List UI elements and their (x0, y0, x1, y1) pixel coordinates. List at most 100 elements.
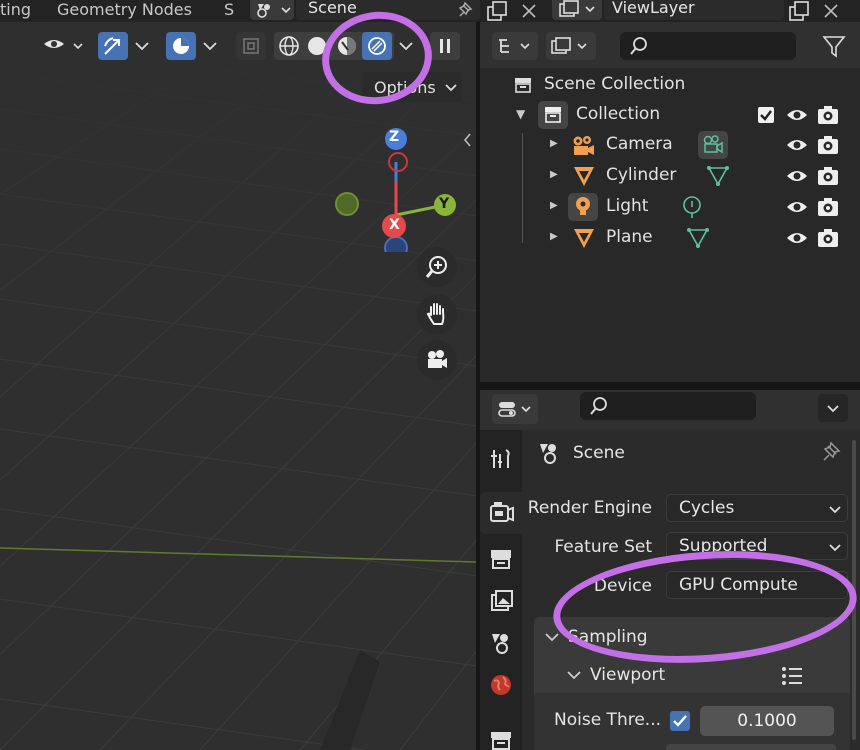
overlays-dropdown[interactable] (200, 36, 220, 60)
pause-render-button[interactable] (430, 32, 460, 60)
delete-view-layer-button[interactable] (818, 0, 844, 22)
render-camera-icon[interactable] (816, 196, 840, 218)
light-data-icon[interactable] (680, 195, 704, 219)
tab-output[interactable] (480, 538, 522, 580)
outliner-plane-row[interactable]: ▶ Plane (480, 223, 860, 253)
z-axis-label: Z (389, 129, 400, 145)
zoom-button[interactable] (417, 247, 457, 287)
camera-view-button[interactable] (417, 340, 457, 380)
outliner-scene-collection-row[interactable]: Scene Collection (480, 70, 860, 100)
tab-world[interactable] (480, 664, 522, 706)
render-engine-dropdown[interactable]: Cycles (666, 494, 848, 522)
outliner-collection-row[interactable]: ▼ Collection (480, 100, 860, 130)
expand-triangle-icon[interactable]: ▼ (516, 107, 525, 121)
properties-header (480, 390, 860, 430)
chevron-down-icon (829, 506, 841, 514)
area-separator[interactable] (480, 382, 860, 390)
render-engine-value: Cycles (679, 498, 735, 518)
view-layer-filter-dropdown[interactable] (546, 32, 596, 60)
next-field-partial[interactable] (666, 744, 836, 750)
tab-tool[interactable] (480, 438, 522, 480)
properties-editor-icon (498, 402, 531, 417)
sidebar-toggle-icon[interactable] (460, 130, 474, 150)
close-icon (522, 4, 536, 18)
negative-x-axis-handle[interactable] (388, 152, 408, 172)
pin-icon[interactable] (818, 440, 844, 466)
view-layer-name: ViewLayer (612, 0, 695, 17)
view-layer-browse-button[interactable] (552, 0, 602, 20)
gizmo-toggle[interactable] (98, 32, 128, 60)
xray-toggle[interactable] (236, 32, 266, 60)
view-layer-name-field[interactable]: ViewLayer (604, 0, 784, 20)
eye-icon[interactable] (785, 228, 809, 248)
scene-collection-label: Scene Collection (544, 74, 686, 94)
pin-icon[interactable] (454, 0, 476, 20)
render-camera-icon[interactable] (816, 227, 840, 249)
eye-icon[interactable] (785, 166, 809, 186)
mesh-data-icon[interactable] (706, 164, 730, 188)
checkbox-icon[interactable] (758, 107, 774, 123)
properties-options-dropdown[interactable] (818, 394, 848, 422)
overlays-icon (173, 38, 189, 54)
noise-threshold-checkbox[interactable] (670, 711, 690, 731)
mesh-object-icon (574, 167, 594, 186)
feature-set-label: Feature Set (554, 537, 652, 557)
3d-viewport[interactable]: Options Z Y X (0, 22, 476, 750)
tab-scene[interactable] (480, 622, 522, 664)
outliner-cylinder-row[interactable]: ▶ Cylinder (480, 161, 860, 191)
negative-y-axis-handle[interactable] (335, 192, 359, 216)
context-title: Scene (573, 443, 625, 463)
render-camera-icon[interactable] (816, 165, 840, 187)
expand-triangle-icon[interactable]: ▶ (550, 200, 558, 211)
tab-render[interactable] (480, 492, 522, 534)
mesh-data-icon[interactable] (686, 226, 710, 250)
eye-icon[interactable] (785, 135, 809, 155)
hand-icon (426, 303, 445, 325)
tab-collection[interactable] (480, 720, 522, 750)
light-object-icon-bg (568, 193, 598, 221)
expand-triangle-icon[interactable]: ▶ (550, 231, 558, 242)
properties-tab-bar (480, 430, 522, 750)
scene-browse-button[interactable] (250, 0, 294, 20)
search-icon (590, 397, 607, 415)
camera-data-button[interactable] (698, 131, 728, 159)
expand-triangle-icon[interactable]: ▶ (550, 138, 558, 149)
new-view-layer-button[interactable] (786, 0, 812, 22)
gizmo-dropdown[interactable] (132, 36, 152, 60)
outliner-search-input[interactable] (620, 32, 796, 60)
wireframe-sphere-icon (279, 36, 299, 56)
outliner-item-label: Light (606, 196, 649, 216)
eye-icon[interactable] (785, 197, 809, 217)
noise-threshold-field[interactable]: 0.1000 (700, 706, 834, 736)
visibility-toggle[interactable] (40, 32, 88, 60)
outliner-camera-row[interactable]: ▶ Camera (480, 130, 860, 160)
duplicate-icon (789, 1, 809, 21)
overlays-toggle[interactable] (166, 32, 196, 60)
display-mode-dropdown[interactable] (492, 32, 538, 60)
expand-triangle-icon[interactable]: ▶ (550, 169, 558, 180)
render-camera-icon[interactable] (816, 104, 840, 126)
eye-dropdown-icon (44, 40, 83, 50)
tab-view-layer[interactable] (480, 580, 522, 622)
outliner-light-row[interactable]: ▶ Light (480, 192, 860, 222)
workspace-tab-partial[interactable]: ting (0, 0, 31, 22)
negative-z-axis-handle[interactable] (384, 236, 408, 252)
new-scene-button[interactable] (484, 0, 510, 22)
chevron-down-icon (135, 42, 149, 51)
delete-scene-button[interactable] (516, 0, 542, 22)
presets-list-icon[interactable] (780, 665, 804, 687)
editor-type-dropdown[interactable] (492, 394, 538, 424)
scene-icon (540, 444, 556, 464)
shading-wireframe-button[interactable] (276, 34, 302, 62)
eye-icon[interactable] (785, 105, 809, 125)
workspace-tab-geometry-nodes[interactable]: Geometry Nodes (57, 0, 192, 22)
render-camera-icon[interactable] (816, 134, 840, 156)
collection-icon (545, 107, 561, 123)
scene-collection-icon (515, 78, 531, 93)
world-icon (491, 675, 511, 695)
pan-button[interactable] (417, 294, 457, 334)
filter-button[interactable] (820, 32, 860, 60)
properties-search-input[interactable] (580, 392, 756, 420)
workspace-tab-partial-s[interactable]: S (224, 0, 234, 22)
scene-name: Scene (308, 0, 357, 17)
